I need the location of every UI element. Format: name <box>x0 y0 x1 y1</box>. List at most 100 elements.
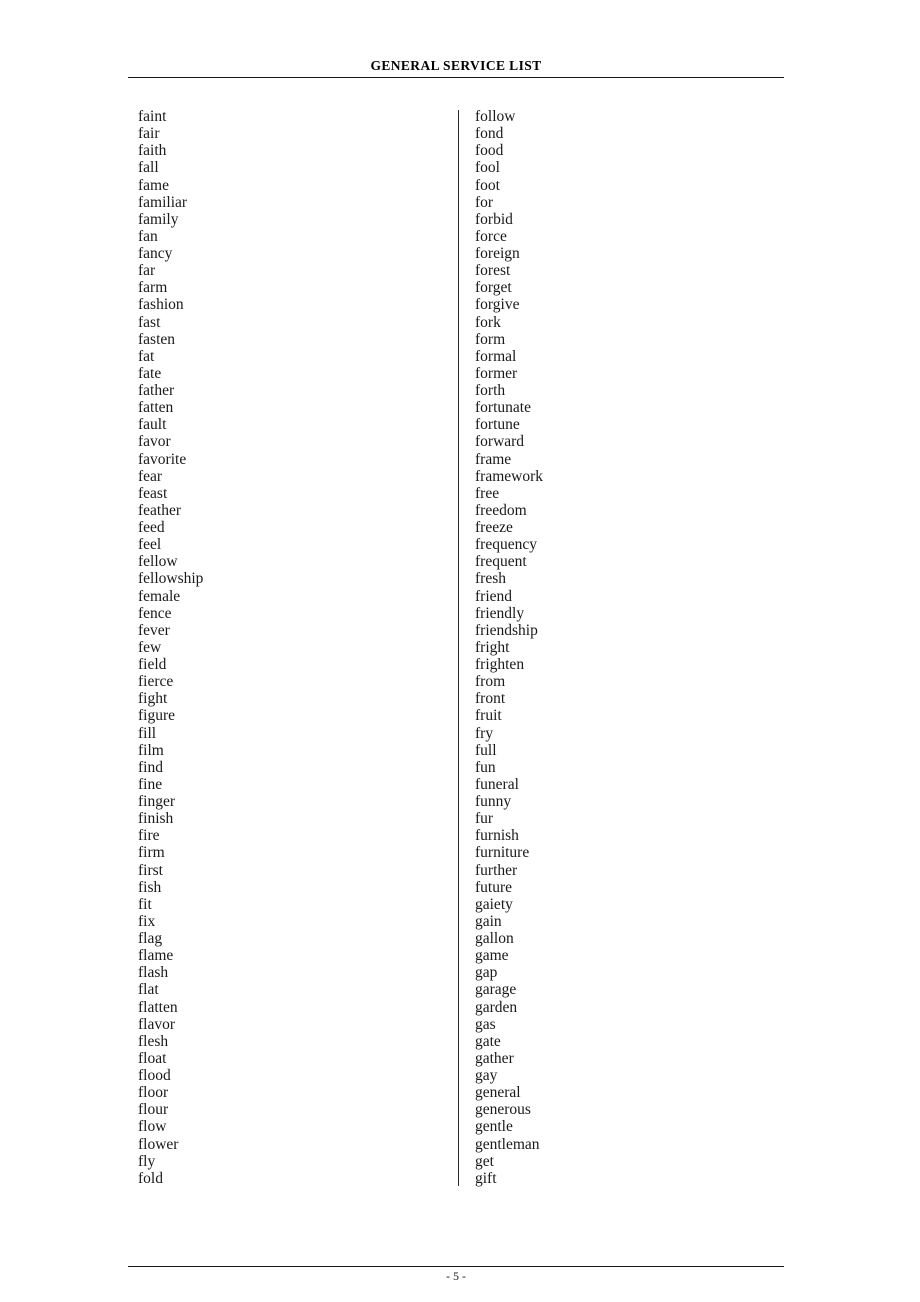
word-entry: get <box>475 1152 494 1170</box>
word-entry: flag <box>138 930 163 947</box>
word-entry: funeral <box>475 775 519 793</box>
word-entry: forest <box>475 262 511 280</box>
word-column-right: follow fond food fool foot for forbid force fore… <box>475 108 543 1187</box>
word-entry: friendship <box>475 621 538 639</box>
word-entry: gentleman <box>475 1135 540 1153</box>
word-entry: float <box>138 1049 167 1067</box>
word-entry: faint <box>138 108 167 125</box>
word-entry: gain <box>475 912 502 930</box>
word-entry: flatten <box>138 998 178 1016</box>
word-entry: front <box>475 690 506 708</box>
word-entry: fat <box>138 347 155 365</box>
running-head-title: GENERAL SERVICE LIST <box>370 58 542 73</box>
column-divider-rule <box>458 110 459 1186</box>
page-footer: - 5 - <box>128 1266 784 1284</box>
word-entry: flower <box>138 1135 179 1153</box>
word-entry: film <box>138 741 164 759</box>
word-entry: fly <box>138 1152 156 1170</box>
page-number: - 5 - <box>446 1269 466 1283</box>
word-entry: floor <box>138 1084 169 1102</box>
word-entry: garage <box>475 981 517 999</box>
word-entry: fasten <box>138 330 176 348</box>
word-entry: friendly <box>475 604 525 622</box>
document-page: GENERAL SERVICE LIST faint fair faith fall f… <box>0 0 920 1302</box>
word-entry: flame <box>138 947 174 965</box>
word-entry: fool <box>475 159 500 177</box>
word-entry: first <box>138 861 163 879</box>
word-entry: feather <box>138 501 182 519</box>
word-entry: finish <box>138 810 174 828</box>
word-entry: fine <box>138 775 163 793</box>
word-entry: forgive <box>475 296 520 314</box>
word-entry: fellowship <box>138 570 204 588</box>
word-entry: gas <box>475 1015 496 1033</box>
word-entry: general <box>475 1084 521 1102</box>
word-entry: forth <box>475 382 506 399</box>
word-entry: foreign <box>475 245 520 262</box>
word-entry: flat <box>138 981 159 999</box>
word-entry: gay <box>475 1067 498 1084</box>
word-entry: few <box>138 638 162 656</box>
word-entry: far <box>138 262 156 280</box>
word-entry: frighten <box>475 656 525 673</box>
word-entry: food <box>475 142 504 160</box>
word-entry: fancy <box>138 245 173 262</box>
word-entry: family <box>138 210 179 228</box>
page-header: GENERAL SERVICE LIST <box>128 58 784 78</box>
word-entry: flavor <box>138 1015 176 1033</box>
word-entry: familiar <box>138 193 188 211</box>
word-entry: fur <box>475 810 494 828</box>
word-entry: furnish <box>475 827 519 845</box>
word-entry: fan <box>138 227 158 245</box>
word-entry: fire <box>138 827 160 845</box>
word-entry: fish <box>138 878 162 896</box>
word-entry: fruit <box>475 707 502 725</box>
word-entry: finger <box>138 793 176 810</box>
footer-divider-rule <box>128 1266 784 1267</box>
word-entry: fit <box>138 895 152 913</box>
word-entry: female <box>138 587 181 605</box>
word-entry: free <box>475 484 500 502</box>
word-entry: gap <box>475 964 498 982</box>
word-entry: fortune <box>475 416 520 434</box>
word-entry: fatten <box>138 399 174 417</box>
word-entry: flesh <box>138 1032 169 1050</box>
word-entry: frequency <box>475 536 537 554</box>
word-entry: fight <box>138 690 168 708</box>
word-entry: fierce <box>138 673 174 691</box>
word-entry: fry <box>475 724 494 742</box>
word-entry: feast <box>138 484 168 502</box>
word-entry: for <box>475 193 494 211</box>
word-entry: favor <box>138 433 171 451</box>
word-entry: former <box>475 364 518 382</box>
word-entry: fix <box>138 912 156 930</box>
word-entry: fill <box>138 724 157 742</box>
word-entry: fever <box>138 621 170 639</box>
word-entry: fashion <box>138 296 184 314</box>
word-entry: find <box>138 758 163 776</box>
word-entry: funny <box>475 793 512 810</box>
word-list-columns: faint fair faith fall fame familiar family fan f… <box>138 108 784 1188</box>
word-entry: furniture <box>475 844 530 862</box>
word-entry: gate <box>475 1032 501 1050</box>
word-entry: forbid <box>475 210 513 228</box>
word-entry: full <box>475 741 497 759</box>
word-entry: field <box>138 656 167 673</box>
word-entry: frequent <box>475 553 527 571</box>
word-entry: fold <box>138 1169 163 1187</box>
word-entry: from <box>475 673 506 691</box>
word-column-left: faint fair faith fall fame familiar family fan f… <box>138 108 203 1187</box>
word-entry: fair <box>138 125 160 143</box>
word-entry: framework <box>475 467 543 485</box>
word-entry: favorite <box>138 450 187 468</box>
word-entry: fun <box>475 758 496 776</box>
word-entry: generous <box>475 1101 531 1119</box>
word-entry: gather <box>475 1049 514 1067</box>
word-entry: fault <box>138 416 167 434</box>
word-entry: foot <box>475 176 500 194</box>
word-entry: fence <box>138 604 172 622</box>
word-entry: father <box>138 382 175 399</box>
word-entry: gallon <box>475 930 514 947</box>
word-entry: fond <box>475 125 504 143</box>
word-entry: fright <box>475 638 510 656</box>
